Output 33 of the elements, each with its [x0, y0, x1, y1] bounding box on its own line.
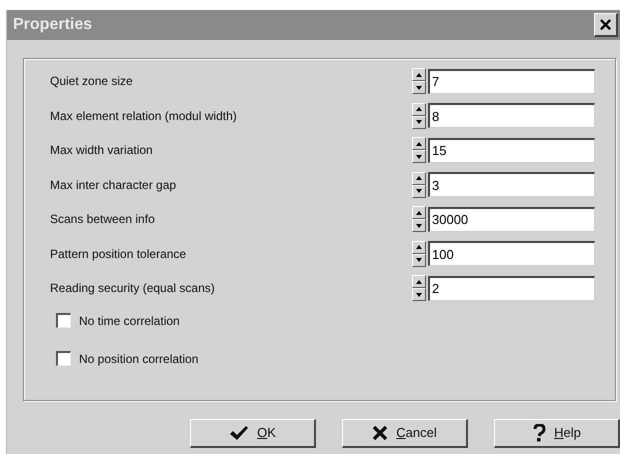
- checkbox[interactable]: [56, 313, 71, 328]
- help-button[interactable]: Help: [494, 419, 620, 448]
- spin-buttons[interactable]: [412, 68, 426, 94]
- field-label: Quiet zone size: [50, 73, 134, 90]
- spin-buttons[interactable]: [412, 137, 426, 164]
- close-button[interactable]: ×: [594, 13, 618, 37]
- field-label: Max inter character gap: [50, 176, 178, 194]
- number-field[interactable]: 7: [428, 68, 595, 94]
- checkmark-icon: [229, 425, 250, 441]
- cross-icon: [372, 425, 388, 441]
- number-field[interactable]: 8: [428, 103, 595, 128]
- number-field[interactable]: 3: [428, 172, 595, 198]
- number-field[interactable]: 100: [428, 241, 595, 266]
- field-label: Reading security (equal scans): [50, 280, 216, 298]
- checkbox-label: No position correlation: [79, 350, 198, 368]
- field-label: Max width variation: [50, 142, 154, 160]
- number-field[interactable]: 15: [428, 138, 595, 163]
- spin-buttons[interactable]: [412, 275, 426, 302]
- spin-buttons[interactable]: [412, 206, 426, 232]
- number-field[interactable]: 30000: [428, 206, 595, 232]
- ok-button[interactable]: OK: [190, 419, 316, 448]
- window-title: Properties: [13, 15, 92, 35]
- field-label: Max element relation (modul width): [50, 108, 238, 125]
- checkbox[interactable]: [56, 351, 71, 366]
- spin-buttons[interactable]: [412, 172, 426, 198]
- field-label: Pattern position tolerance: [50, 246, 188, 263]
- question-mark-icon: [532, 424, 546, 442]
- field-label: Scans between info: [50, 211, 156, 228]
- spin-buttons[interactable]: [412, 240, 426, 267]
- number-field[interactable]: 2: [428, 276, 595, 301]
- spin-buttons[interactable]: [412, 102, 426, 129]
- cancel-button[interactable]: Cancel: [342, 419, 468, 448]
- checkbox-label: No time correlation: [79, 312, 180, 330]
